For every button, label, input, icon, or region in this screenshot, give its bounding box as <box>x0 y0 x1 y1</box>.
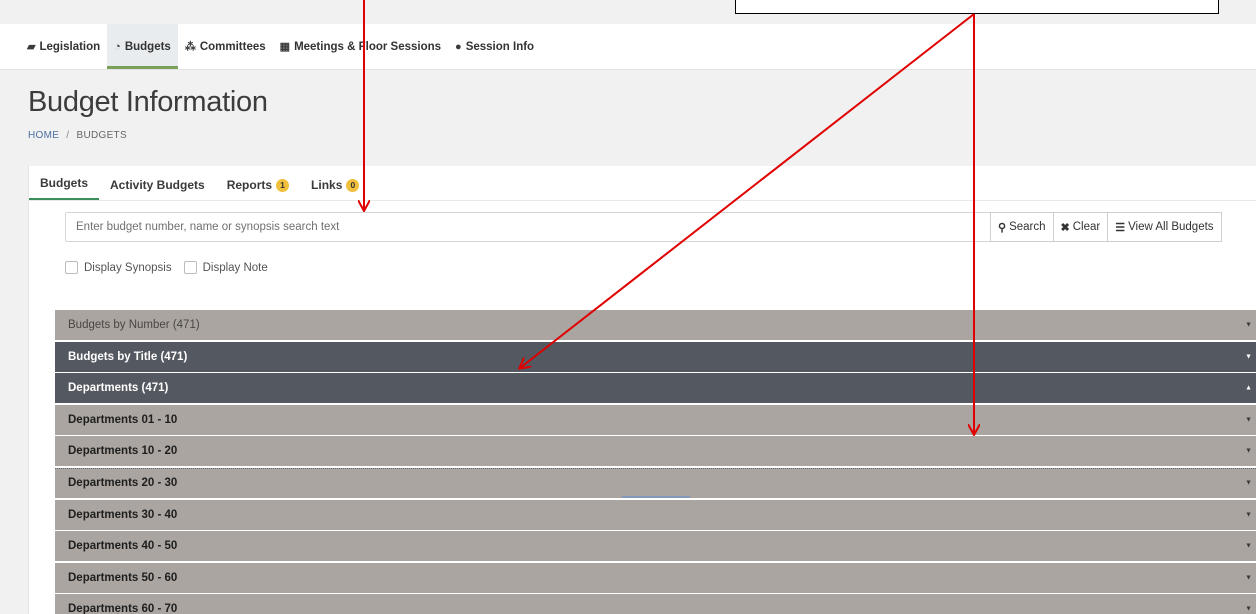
panel-departments-01-10[interactable]: Departments 01 - 10 ▼ <box>55 404 1256 435</box>
nav-label: Meetings & Floor Sessions <box>294 40 442 53</box>
page: ▰ Legislation ◔ Budgets ⁂ Committees ▦ M… <box>0 0 1256 614</box>
button-label: View All Budgets <box>1128 221 1214 233</box>
breadcrumb-separator: / <box>66 130 70 141</box>
nav-label: Committees <box>199 40 266 53</box>
panel-departments[interactable]: Departments (471) ▲ <box>55 373 1256 404</box>
checkbox-box[interactable] <box>65 261 78 274</box>
count-badge: 0 <box>346 178 360 192</box>
tab-reports[interactable]: Reports 1 <box>216 178 300 200</box>
pie-chart-icon: ◔ <box>114 40 121 53</box>
count-badge: 1 <box>276 178 290 192</box>
caret-down-icon: ▼ <box>1245 321 1252 329</box>
close-icon: ✖ <box>1060 221 1070 234</box>
checkbox-label: Display Synopsis <box>84 261 172 274</box>
budget-accordion: Budgets by Number (471) ▼ Budgets by Tit… <box>55 310 1256 614</box>
display-options: Display Synopsis Display Note <box>65 261 280 274</box>
panel-label: Budgets by Number (471) <box>68 319 200 331</box>
tab-activity-budgets[interactable]: Activity Budgets <box>99 178 216 200</box>
button-label: Clear <box>1072 221 1101 233</box>
panel-budgets-by-number[interactable]: Budgets by Number (471) ▼ <box>55 310 1256 340</box>
nav-label: Legislation <box>39 40 101 53</box>
tab-label: Links <box>311 178 343 192</box>
breadcrumb: HOME / BUDGETS <box>28 130 127 141</box>
nav-label: Session Info <box>465 40 535 53</box>
caret-down-icon: ▼ <box>1245 353 1252 361</box>
search-button-group: ⚲ Search ✖ Clear ☰ View All Budgets <box>990 212 1222 242</box>
panel-departments-30-40[interactable]: Departments 30 - 40 ▼ <box>55 499 1256 530</box>
panel-label: Departments 30 - 40 <box>68 508 178 521</box>
caret-down-icon: ▼ <box>1245 574 1252 582</box>
view-all-budgets-button[interactable]: ☰ View All Budgets <box>1107 212 1222 242</box>
panel-budgets-by-title[interactable]: Budgets by Title (471) ▼ <box>55 341 1256 372</box>
panel-label: Departments 40 - 50 <box>68 540 178 553</box>
page-header: Budget Information HOME / BUDGETS <box>0 70 1256 166</box>
annotation-callout-box <box>735 0 1219 14</box>
panel-departments-40-50[interactable]: Departments 40 - 50 ▼ <box>55 531 1256 562</box>
caret-down-icon: ▼ <box>1245 605 1252 613</box>
display-note-checkbox[interactable]: Display Note <box>183 261 268 274</box>
focus-indicator <box>622 496 690 498</box>
panel-label: Budgets by Title (471) <box>68 350 188 363</box>
caret-down-icon: ▼ <box>1245 416 1252 424</box>
tab-links[interactable]: Links 0 <box>300 178 370 200</box>
page-title: Budget Information <box>28 86 268 118</box>
clear-button[interactable]: ✖ Clear <box>1052 212 1109 242</box>
top-navigation: ▰ Legislation ◔ Budgets ⁂ Committees ▦ M… <box>0 24 1256 70</box>
breadcrumb-home[interactable]: HOME <box>28 130 59 141</box>
panel-departments-20-30[interactable]: Departments 20 - 30 ▼ <box>55 467 1256 498</box>
users-icon: ⁂ <box>184 41 196 53</box>
panel-label: Departments 20 - 30 <box>68 477 178 490</box>
search-icon: ⚲ <box>998 221 1007 234</box>
nav-item-session-info[interactable]: ● Session Info <box>448 24 541 69</box>
caret-up-icon: ▲ <box>1245 384 1252 392</box>
caret-down-icon: ▼ <box>1245 511 1252 519</box>
list-icon: ☰ <box>1115 221 1126 234</box>
panel-label: Departments 50 - 60 <box>68 571 178 584</box>
breadcrumb-current: BUDGETS <box>76 130 127 141</box>
panel-label: Departments (471) <box>68 382 169 395</box>
display-synopsis-checkbox[interactable]: Display Synopsis <box>65 261 172 274</box>
caret-down-icon: ▼ <box>1245 479 1252 487</box>
tab-divider <box>29 200 1256 201</box>
panel-label: Departments 60 - 70 <box>68 603 178 614</box>
search-input[interactable] <box>65 212 1010 242</box>
nav-item-budgets[interactable]: ◔ Budgets <box>107 24 178 69</box>
info-icon: ● <box>455 40 462 53</box>
tab-budgets[interactable]: Budgets <box>29 176 99 200</box>
nav-label: Budgets <box>124 40 171 53</box>
book-icon: ▰ <box>27 41 36 53</box>
checkbox-box[interactable] <box>183 261 197 274</box>
button-label: Search <box>1009 221 1046 233</box>
tab-bar: Budgets Activity Budgets Reports 1 Links… <box>29 166 370 200</box>
checkbox-label: Display Note <box>202 261 268 274</box>
tab-label: Activity Budgets <box>110 178 205 192</box>
caret-down-icon: ▼ <box>1245 542 1252 550</box>
panel-label: Departments 10 - 20 <box>68 445 178 458</box>
tab-label: Reports <box>226 178 273 192</box>
panel-departments-60-70[interactable]: Departments 60 - 70 ▼ <box>55 594 1256 614</box>
tab-label: Budgets <box>40 176 88 190</box>
caret-down-icon: ▼ <box>1245 447 1252 455</box>
nav-item-meetings[interactable]: ▦ Meetings & Floor Sessions <box>273 24 448 69</box>
nav-item-legislation[interactable]: ▰ Legislation <box>20 24 107 69</box>
search-button[interactable]: ⚲ Search <box>990 212 1054 242</box>
panel-departments-10-20[interactable]: Departments 10 - 20 ▼ <box>55 436 1256 467</box>
panel-label: Departments 01 - 10 <box>68 413 178 426</box>
nav-item-committees[interactable]: ⁂ Committees <box>178 24 273 69</box>
calendar-icon: ▦ <box>279 41 291 53</box>
panel-departments-50-60[interactable]: Departments 50 - 60 ▼ <box>55 562 1256 593</box>
